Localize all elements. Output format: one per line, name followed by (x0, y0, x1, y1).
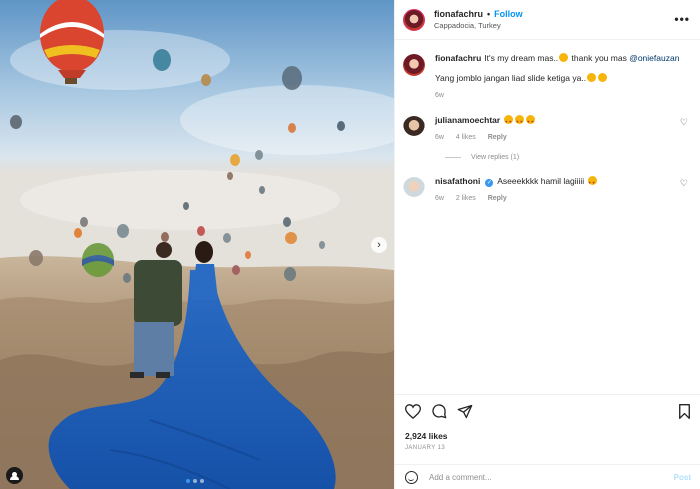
carousel-indicator (186, 479, 204, 483)
view-replies-button[interactable]: View replies (1) (445, 154, 692, 161)
smile-emoji-icon (559, 53, 569, 62)
heart-eyes-emoji-icon (515, 115, 525, 128)
comment-time[interactable]: 6w (435, 195, 444, 202)
header-separator: • (487, 9, 491, 19)
photo-scene (0, 0, 394, 489)
carousel-dot (193, 479, 197, 483)
avatar[interactable] (403, 177, 425, 199)
reply-button[interactable]: Reply (488, 134, 507, 141)
comment-time[interactable]: 6w (435, 134, 444, 141)
verified-badge-icon: ✓ (485, 179, 494, 187)
post-sidebar: fionafachru • Follow Cappadocia, Turkey ••… (394, 0, 700, 489)
post-header: fionafachru • Follow Cappadocia, Turkey ••… (395, 0, 700, 40)
post-date[interactable]: JANUARY 13 (405, 445, 691, 451)
comment-bubble-icon[interactable] (431, 403, 447, 419)
avatar[interactable] (403, 116, 425, 138)
heart-eyes-emoji-icon (526, 115, 536, 128)
tagged-users-icon[interactable] (6, 467, 23, 484)
bookmark-icon[interactable] (678, 403, 691, 419)
comment-item: julianamoechtar 6w 4 likes Reply ♡ (403, 114, 692, 144)
post-photo[interactable]: › (0, 0, 394, 489)
like-heart-icon[interactable] (405, 403, 421, 419)
avatar[interactable] (403, 54, 425, 76)
like-comment-icon[interactable]: ♡ (680, 117, 688, 128)
smile-emoji-icon (587, 73, 597, 82)
caption-line-2: Yang jomblo jangan liad slide ketiga ya.… (435, 73, 587, 83)
caption: fionafachru It's my dream mas.. thank you… (403, 52, 692, 102)
carousel-dot (200, 479, 204, 483)
caption-text: It's my dream mas.. (484, 53, 559, 63)
more-options-icon[interactable]: ••• (674, 12, 690, 26)
post-comment-button[interactable]: Post (674, 473, 691, 482)
comment-input[interactable] (429, 472, 649, 482)
carousel-dot (186, 479, 190, 483)
reply-button[interactable]: Reply (488, 195, 507, 202)
comment-likes[interactable]: 2 likes (456, 195, 476, 202)
caption-username[interactable]: fionafachru (435, 53, 481, 63)
post-actions: 2,924 likes JANUARY 13 (395, 394, 700, 451)
comment-username[interactable]: julianamoechtar (435, 115, 500, 125)
comment-username[interactable]: nisafathoni (435, 176, 480, 186)
comment-text: Aseeekkkk hamil lagiiiii (497, 176, 585, 186)
caption-mention[interactable]: @oniefauzan (629, 53, 679, 63)
next-slide-button[interactable]: › (371, 237, 387, 253)
caption-text-2: thank you mas (571, 53, 627, 63)
avatar[interactable] (403, 8, 425, 31)
comment-item: nisafathoni ✓ Aseeekkkk hamil lagiiiii 6w… (403, 175, 692, 205)
add-comment-bar: Post (395, 464, 700, 489)
grin-emoji-icon (598, 73, 608, 82)
view-replies-label: View replies (1) (471, 154, 520, 161)
caption-time[interactable]: 6w (435, 92, 444, 99)
share-icon[interactable] (457, 404, 473, 419)
likes-count[interactable]: 2,924 likes (405, 431, 691, 441)
emoji-picker-icon[interactable] (405, 470, 418, 484)
header-username[interactable]: fionafachru (434, 9, 483, 19)
comment-likes[interactable]: 4 likes (456, 134, 476, 141)
heart-eyes-emoji-icon (587, 176, 597, 189)
location-link[interactable]: Cappadocia, Turkey (434, 21, 523, 30)
heart-eyes-emoji-icon (504, 115, 514, 128)
follow-button[interactable]: Follow (494, 9, 523, 19)
like-comment-icon[interactable]: ♡ (680, 178, 688, 189)
comments-list: fionafachru It's my dream mas.. thank you… (395, 40, 700, 205)
